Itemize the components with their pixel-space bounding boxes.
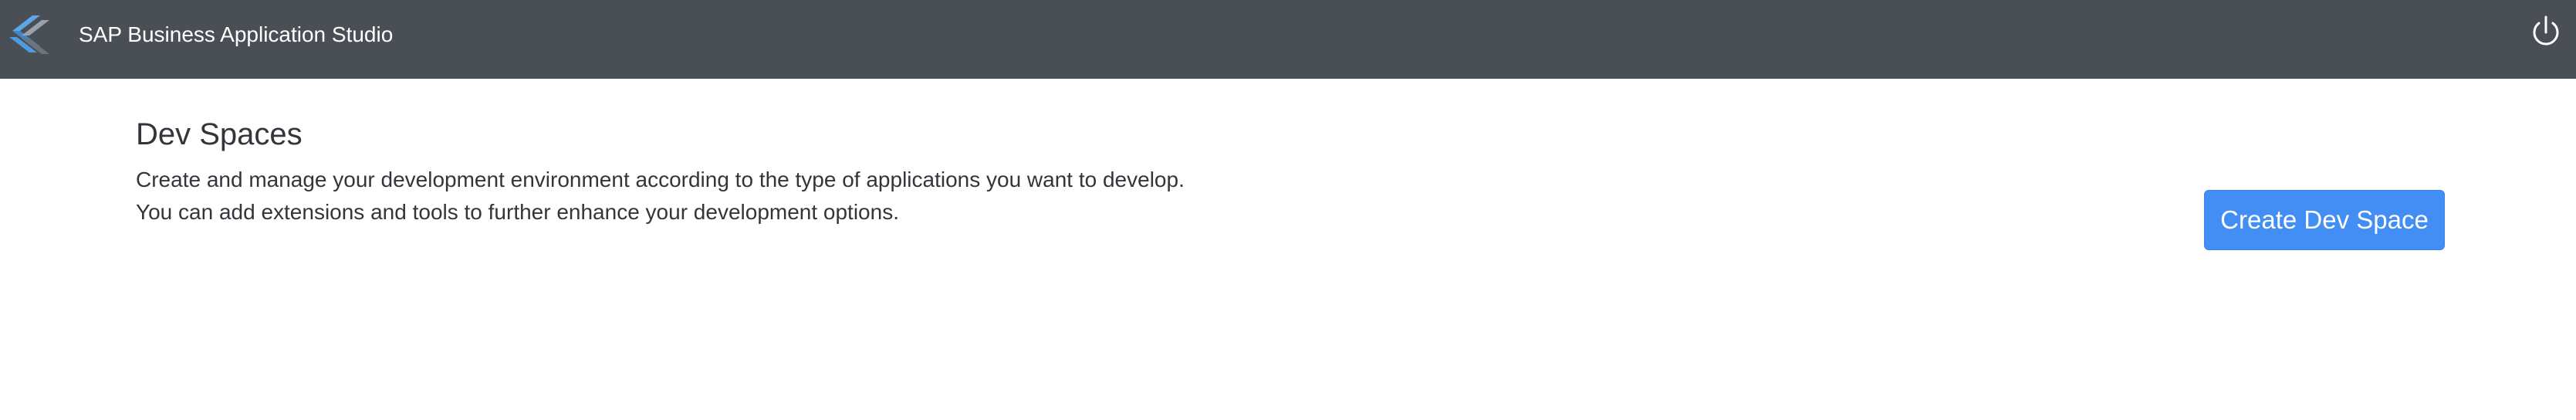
description-line-2: You can add extensions and tools to furt… bbox=[136, 200, 899, 224]
power-icon[interactable] bbox=[2528, 14, 2564, 49]
page-title: Dev Spaces bbox=[136, 117, 303, 151]
description-line-1: Create and manage your development envir… bbox=[136, 168, 1185, 191]
top-bar: SAP Business Application Studio bbox=[0, 0, 2576, 79]
app-title: SAP Business Application Studio bbox=[79, 22, 394, 46]
page-description: Create and manage your development envir… bbox=[136, 164, 1525, 229]
sap-bas-logo-icon bbox=[5, 11, 56, 59]
create-dev-space-button[interactable]: Create Dev Space bbox=[2204, 190, 2445, 250]
dev-spaces-section: Dev Spaces Create and manage your develo… bbox=[136, 116, 1525, 229]
